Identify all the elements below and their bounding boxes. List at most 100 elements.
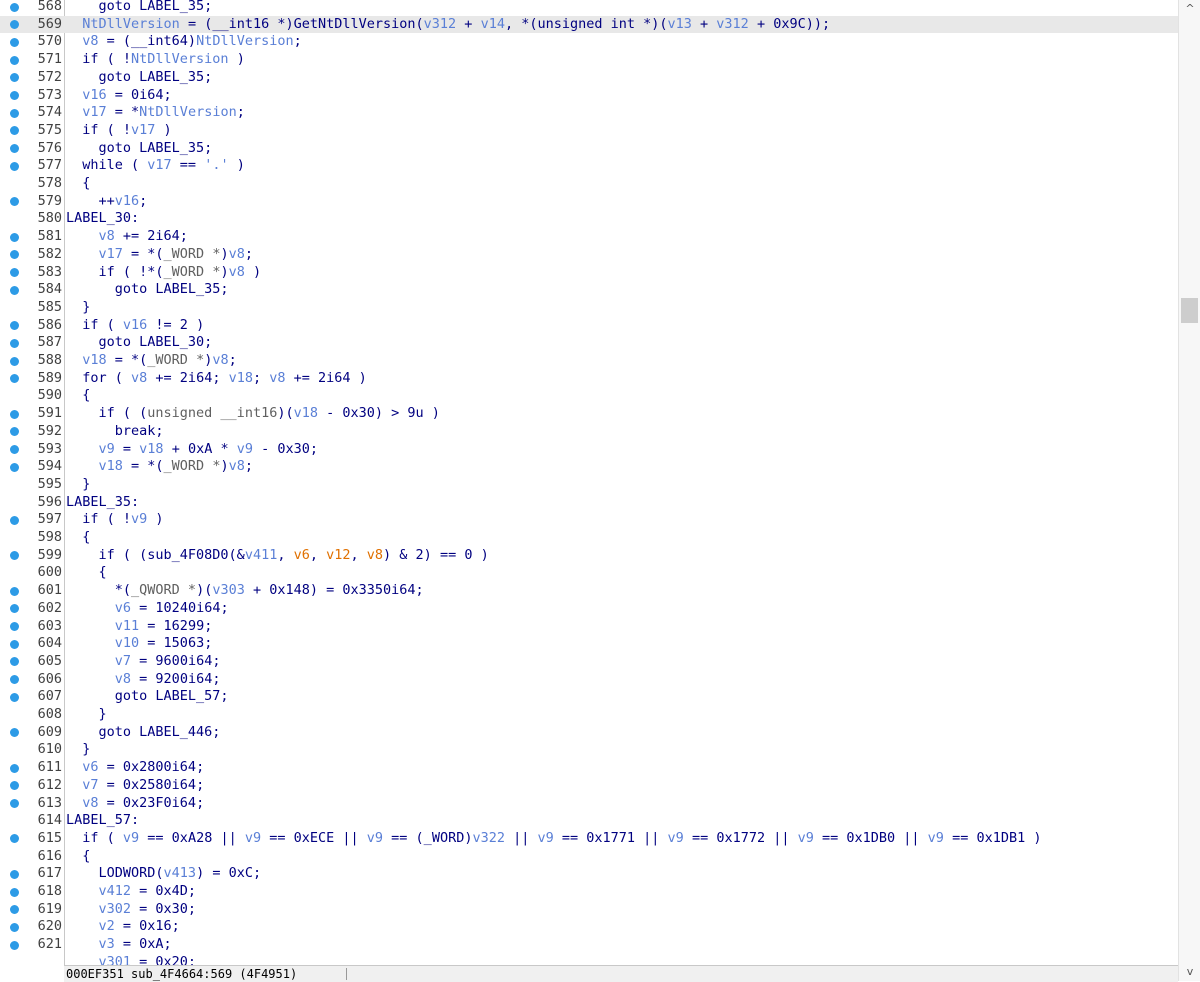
code-line[interactable]: 568 goto LABEL_35; (0, 0, 1178, 16)
code-text[interactable]: v8 = (__int64)NtDllVersion; (66, 33, 302, 51)
scroll-down-arrow-icon[interactable]: v (1179, 963, 1200, 981)
breakpoint-dot-icon[interactable] (10, 197, 19, 207)
code-text[interactable]: v8 = 9200i64; (66, 671, 221, 689)
code-line[interactable]: 582 v17 = *(_WORD *)v8; (0, 246, 1178, 264)
code-text[interactable]: v17 = *(_WORD *)v8; (66, 246, 253, 264)
code-line[interactable]: 580 LABEL_30: (0, 210, 1178, 228)
code-text[interactable]: ++v16; (66, 193, 148, 211)
code-line[interactable]: 575 if ( !v17 ) (0, 122, 1178, 140)
breakpoint-dot-icon[interactable] (10, 409, 19, 419)
code-line[interactable]: 614 LABEL_57: (0, 812, 1178, 830)
code-line[interactable]: 617 LODWORD(v413) = 0xC; (0, 865, 1178, 883)
code-text[interactable]: goto LABEL_35; (66, 0, 213, 16)
code-line[interactable]: 572 goto LABEL_35; (0, 69, 1178, 87)
code-text[interactable]: goto LABEL_446; (66, 724, 221, 742)
code-line[interactable]: 615 if ( v9 == 0xA28 || v9 == 0xECE || v… (0, 830, 1178, 848)
code-line[interactable]: 599 if ( (sub_4F08D0(&v411, v6, v12, v8)… (0, 547, 1178, 565)
code-line[interactable]: v301 = 0x20; (0, 954, 1178, 965)
breakpoint-dot-icon[interactable] (10, 356, 19, 366)
breakpoint-dot-icon[interactable] (10, 268, 19, 277)
breakpoint-dot-icon[interactable] (10, 250, 19, 260)
code-text[interactable]: { (66, 175, 90, 193)
code-line[interactable]: 578 { (0, 175, 1178, 193)
code-line[interactable]: 606 v8 = 9200i64; (0, 671, 1178, 689)
code-line[interactable]: 581 v8 += 2i64; (0, 228, 1178, 246)
code-line[interactable]: 585 } (0, 299, 1178, 317)
breakpoint-dot-icon[interactable] (10, 427, 19, 437)
breakpoint-dot-icon[interactable] (10, 55, 19, 65)
code-line[interactable]: 591 if ( (unsigned __int16)(v18 - 0x30) … (0, 405, 1178, 423)
code-line[interactable]: 569 NtDllVersion = (__int16 *)GetNtDllVe… (0, 15, 1178, 34)
code-line[interactable]: 620 v2 = 0x16; (0, 918, 1178, 936)
breakpoint-dot-icon[interactable] (10, 108, 19, 118)
code-text[interactable]: { (66, 529, 90, 547)
code-line[interactable]: 610 } (0, 741, 1178, 759)
code-text[interactable]: v7 = 9600i64; (66, 653, 221, 671)
breakpoint-dot-icon[interactable] (10, 73, 19, 83)
code-text[interactable]: goto LABEL_30; (66, 334, 213, 352)
breakpoint-dot-icon[interactable] (10, 675, 19, 685)
code-line[interactable]: 598 { (0, 529, 1178, 547)
code-text[interactable]: v6 = 0x2800i64; (66, 759, 204, 777)
code-text[interactable]: v8 = 0x23F0i64; (66, 795, 204, 813)
code-text[interactable]: v11 = 16299; (66, 618, 213, 636)
code-text[interactable]: { (66, 848, 90, 866)
code-line[interactable]: 574 v17 = *NtDllVersion; (0, 104, 1178, 122)
code-text[interactable]: if ( v9 == 0xA28 || v9 == 0xECE || v9 ==… (66, 830, 1041, 848)
breakpoint-dot-icon[interactable] (10, 604, 19, 614)
breakpoint-dot-icon[interactable] (10, 887, 19, 897)
code-text[interactable]: LABEL_30: (66, 210, 139, 228)
code-line[interactable]: 605 v7 = 9600i64; (0, 653, 1178, 671)
breakpoint-dot-icon[interactable] (10, 799, 19, 808)
code-text[interactable]: v6 = 10240i64; (66, 600, 229, 618)
code-line[interactable]: 618 v412 = 0x4D; (0, 883, 1178, 901)
code-text[interactable]: LODWORD(v413) = 0xC; (66, 865, 262, 883)
code-line[interactable]: 607 goto LABEL_57; (0, 688, 1178, 706)
code-text[interactable]: v17 = *NtDllVersion; (66, 104, 245, 122)
breakpoint-dot-icon[interactable] (10, 657, 19, 667)
code-text[interactable]: } (66, 741, 90, 759)
code-line[interactable]: 612 v7 = 0x2580i64; (0, 777, 1178, 795)
breakpoint-dot-icon[interactable] (10, 728, 19, 738)
scroll-up-arrow-icon[interactable]: ^ (1179, 0, 1200, 18)
code-line[interactable]: 596 LABEL_35: (0, 494, 1178, 512)
code-line[interactable]: 616 { (0, 848, 1178, 866)
code-line[interactable]: 597 if ( !v9 ) (0, 511, 1178, 529)
code-text[interactable]: LABEL_57: (66, 812, 139, 830)
code-text[interactable]: v8 += 2i64; (66, 228, 188, 246)
vertical-scrollbar[interactable]: ^ v (1178, 0, 1200, 981)
breakpoint-dot-icon[interactable] (10, 922, 19, 932)
code-text[interactable]: v2 = 0x16; (66, 918, 180, 936)
code-text[interactable]: if ( !v17 ) (66, 122, 171, 140)
breakpoint-dot-icon[interactable] (10, 622, 19, 631)
code-line[interactable]: 570 v8 = (__int64)NtDllVersion; (0, 33, 1178, 51)
breakpoint-dot-icon[interactable] (10, 551, 19, 561)
code-text[interactable]: goto LABEL_35; (66, 69, 213, 87)
code-text[interactable]: for ( v8 += 2i64; v18; v8 += 2i64 ) (66, 370, 367, 388)
code-line[interactable]: 611 v6 = 0x2800i64; (0, 759, 1178, 777)
code-line[interactable]: 576 goto LABEL_35; (0, 140, 1178, 158)
code-line[interactable]: 593 v9 = v18 + 0xA * v9 - 0x30; (0, 441, 1178, 459)
code-line[interactable]: 600 { (0, 564, 1178, 582)
breakpoint-dot-icon[interactable] (10, 374, 19, 384)
code-line[interactable]: 603 v11 = 16299; (0, 618, 1178, 636)
breakpoint-dot-icon[interactable] (10, 869, 19, 879)
code-text[interactable]: if ( (unsigned __int16)(v18 - 0x30) > 9u… (66, 405, 440, 423)
code-line[interactable]: 588 v18 = *(_WORD *)v8; (0, 352, 1178, 370)
code-text[interactable]: { (66, 387, 90, 405)
code-line[interactable]: 595 } (0, 476, 1178, 494)
code-text[interactable]: if ( v16 != 2 ) (66, 317, 204, 335)
code-line[interactable]: 587 goto LABEL_30; (0, 334, 1178, 352)
breakpoint-dot-icon[interactable] (10, 144, 19, 154)
code-line[interactable]: 584 goto LABEL_35; (0, 281, 1178, 299)
code-line[interactable]: 608 } (0, 706, 1178, 724)
code-text[interactable]: { (66, 564, 107, 582)
scroll-thumb[interactable] (1181, 298, 1198, 323)
breakpoint-dot-icon[interactable] (10, 905, 19, 915)
code-text[interactable]: goto LABEL_35; (66, 140, 213, 158)
breakpoint-dot-icon[interactable] (10, 126, 19, 136)
breakpoint-dot-icon[interactable] (10, 2, 19, 12)
code-text[interactable]: } (66, 299, 90, 317)
code-line[interactable]: 592 break; (0, 423, 1178, 441)
code-line[interactable]: 621 v3 = 0xA; (0, 936, 1178, 954)
